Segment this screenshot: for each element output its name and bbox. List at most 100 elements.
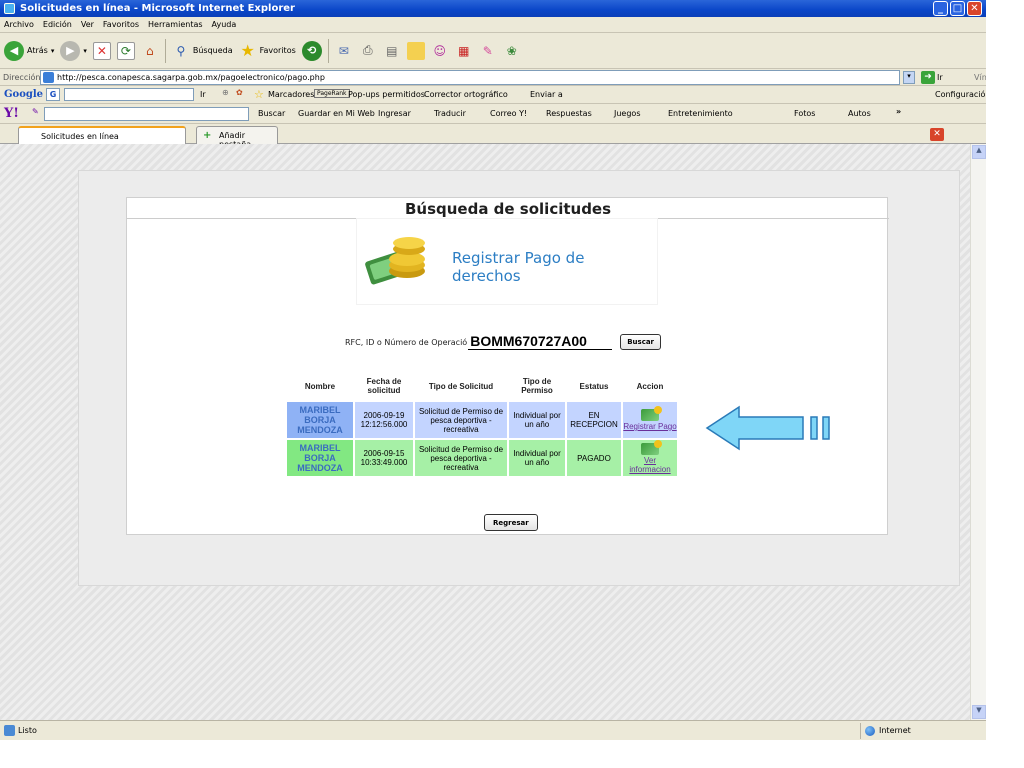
google-toolbar: Google G Ir ⊕ ✿ ☆ Marcadores PageRank Po… xyxy=(0,86,1024,104)
address-bar: Dirección http://pesca.conapesca.sagarpa… xyxy=(0,69,1024,86)
messenger-buddy-icon[interactable]: ❀ xyxy=(503,42,521,60)
money-coins-icon xyxy=(365,237,425,285)
close-tab-icon[interactable]: ✕ xyxy=(930,128,944,141)
maximize-button[interactable]: □ xyxy=(950,1,965,16)
page-icon xyxy=(43,72,54,83)
back-button[interactable]: ◀ Atrás ▾ xyxy=(4,40,55,61)
google-logo[interactable]: Google xyxy=(4,89,43,100)
yahoo-games-button[interactable]: Juegos xyxy=(614,109,641,118)
yahoo-logo[interactable]: Y! xyxy=(4,106,19,121)
forward-arrow-icon: ▶ xyxy=(60,40,81,61)
cell-fecha: 2006-09-15 10:33:49.000 xyxy=(355,440,413,476)
status-bar: Listo Internet xyxy=(0,720,986,740)
add-tab-button[interactable]: + Añadir pestaña xyxy=(196,126,278,149)
google-go-button[interactable]: Ir xyxy=(200,90,206,99)
header-tipo-permiso: Tipo de Permiso xyxy=(509,372,565,400)
header-estatus: Estatus xyxy=(567,372,621,400)
favorites-label: Favoritos xyxy=(259,46,296,55)
cell-fecha: 2006-09-19 12:12:56.000 xyxy=(355,402,413,438)
send-to-button[interactable]: Enviar a xyxy=(530,90,563,99)
back-label: Atrás xyxy=(27,46,48,55)
yahoo-search-button[interactable]: Buscar xyxy=(258,109,285,118)
address-dropdown-icon[interactable]: ▾ xyxy=(903,71,915,84)
google-pagerank-icon[interactable]: ✿ xyxy=(236,88,243,97)
yahoo-more-chevron-icon[interactable]: » xyxy=(896,107,901,116)
go-button[interactable]: ➜ Ir xyxy=(921,71,943,84)
yahoo-photos-button[interactable]: Fotos xyxy=(794,109,815,118)
table-header-row: Nombre Fecha de solicitud Tipo de Solici… xyxy=(287,372,677,400)
cell-nombre: MARIBEL BORJA MENDOZA xyxy=(287,402,353,438)
refresh-icon[interactable]: ⟳ xyxy=(116,41,135,60)
cell-tipo-permiso: Individual por un año xyxy=(509,440,565,476)
tab-label: Solicitudes en línea xyxy=(41,132,119,141)
cell-estatus: PAGADO xyxy=(567,440,621,476)
register-payment-banner[interactable]: Registrar Pago de derechos xyxy=(356,218,658,305)
yahoo-search-input[interactable] xyxy=(44,107,249,121)
search-button[interactable]: ⚲ Búsqueda xyxy=(172,42,233,60)
menu-favoritos[interactable]: Favoritos xyxy=(103,20,139,29)
bookmarks-star-icon: ☆ xyxy=(254,88,264,101)
ver-informacion-link[interactable]: Ver informacion xyxy=(623,456,677,474)
research-icon[interactable]: ▦ xyxy=(455,42,473,60)
google-search-input[interactable] xyxy=(64,88,194,101)
menu-herramientas[interactable]: Herramientas xyxy=(148,20,203,29)
yahoo-autos-button[interactable]: Autos xyxy=(848,109,871,118)
yahoo-pencil-icon[interactable]: ✎ xyxy=(32,107,39,116)
spell-check-icon[interactable]: ✎ xyxy=(479,42,497,60)
minimize-button[interactable]: _ xyxy=(933,1,948,16)
google-news-icon[interactable]: ⊕ xyxy=(222,88,229,97)
forward-dropdown-icon[interactable]: ▾ xyxy=(83,47,87,55)
google-settings-button[interactable]: Configuración xyxy=(935,90,991,99)
history-icon[interactable]: ⟲ xyxy=(301,40,322,61)
add-tab-plus-icon: + xyxy=(203,130,212,141)
stop-icon[interactable]: ✕ xyxy=(92,41,111,60)
search-label: Búsqueda xyxy=(192,46,233,55)
mail-icon[interactable]: ✉ xyxy=(335,42,353,60)
close-button[interactable]: ✕ xyxy=(967,1,982,16)
vertical-scrollbar[interactable]: ▲ ▼ xyxy=(970,144,986,720)
menu-edicion[interactable]: Edición xyxy=(43,20,72,29)
yahoo-entertainment-button[interactable]: Entretenimiento xyxy=(668,109,733,118)
bookmarks-button[interactable]: Marcadores xyxy=(268,90,314,99)
scroll-up-icon[interactable]: ▲ xyxy=(972,145,986,159)
tab-solicitudes[interactable]: Solicitudes en línea xyxy=(18,126,186,144)
rfc-input[interactable]: BOMM670727A00 xyxy=(468,334,613,350)
address-input[interactable]: http://pesca.conapesca.sagarpa.gob.mx/pa… xyxy=(40,70,900,85)
regresar-button[interactable]: Regresar xyxy=(484,514,538,531)
yahoo-signin-button[interactable]: Ingresar xyxy=(378,109,411,118)
messenger-icon[interactable]: ☺ xyxy=(431,42,449,60)
forward-button[interactable]: ▶ ▾ xyxy=(60,40,87,61)
buscar-button[interactable]: Buscar xyxy=(620,334,662,350)
menu-ayuda[interactable]: Ayuda xyxy=(212,20,237,29)
folder-icon[interactable] xyxy=(406,41,425,60)
security-zone: Internet xyxy=(860,723,970,739)
go-arrow-icon: ➜ xyxy=(921,71,935,84)
yahoo-translate-button[interactable]: Traducir xyxy=(434,109,466,118)
edit-icon[interactable]: ▤ xyxy=(383,42,401,60)
yahoo-mail-button[interactable]: Correo Y! xyxy=(490,109,527,118)
spellcheck-button[interactable]: Corrector ortográfico xyxy=(424,90,508,99)
favorites-button[interactable]: ★ Favoritos xyxy=(239,41,296,60)
scroll-down-icon[interactable]: ▼ xyxy=(972,705,986,719)
screen-edge xyxy=(986,0,1024,768)
menu-ver[interactable]: Ver xyxy=(81,20,94,29)
view-info-icon[interactable] xyxy=(641,439,662,455)
browser-window: Solicitudes en línea - Microsoft Interne… xyxy=(0,0,1024,740)
popups-button[interactable]: Pop-ups permitidos xyxy=(348,90,425,99)
cell-estatus: EN RECEPCION xyxy=(567,402,621,438)
header-nombre: Nombre xyxy=(287,372,353,400)
ie-app-icon xyxy=(4,3,15,14)
menu-archivo[interactable]: Archivo xyxy=(4,20,34,29)
print-icon[interactable]: ⎙ xyxy=(359,42,377,60)
google-menu-icon[interactable]: G xyxy=(46,88,60,101)
back-arrow-icon: ◀ xyxy=(4,40,24,61)
back-dropdown-icon[interactable]: ▾ xyxy=(51,47,55,55)
yahoo-save-button[interactable]: Guardar en Mi Web xyxy=(298,109,375,118)
pagerank-meter[interactable]: PageRank xyxy=(314,89,350,98)
results-table: Nombre Fecha de solicitud Tipo de Solici… xyxy=(285,370,679,478)
registrar-pago-link[interactable]: Registrar Pago xyxy=(623,422,677,431)
home-icon[interactable]: ⌂ xyxy=(141,42,159,60)
register-payment-icon[interactable] xyxy=(641,406,662,421)
yahoo-answers-button[interactable]: Respuestas xyxy=(546,109,592,118)
address-label: Dirección xyxy=(3,73,41,82)
